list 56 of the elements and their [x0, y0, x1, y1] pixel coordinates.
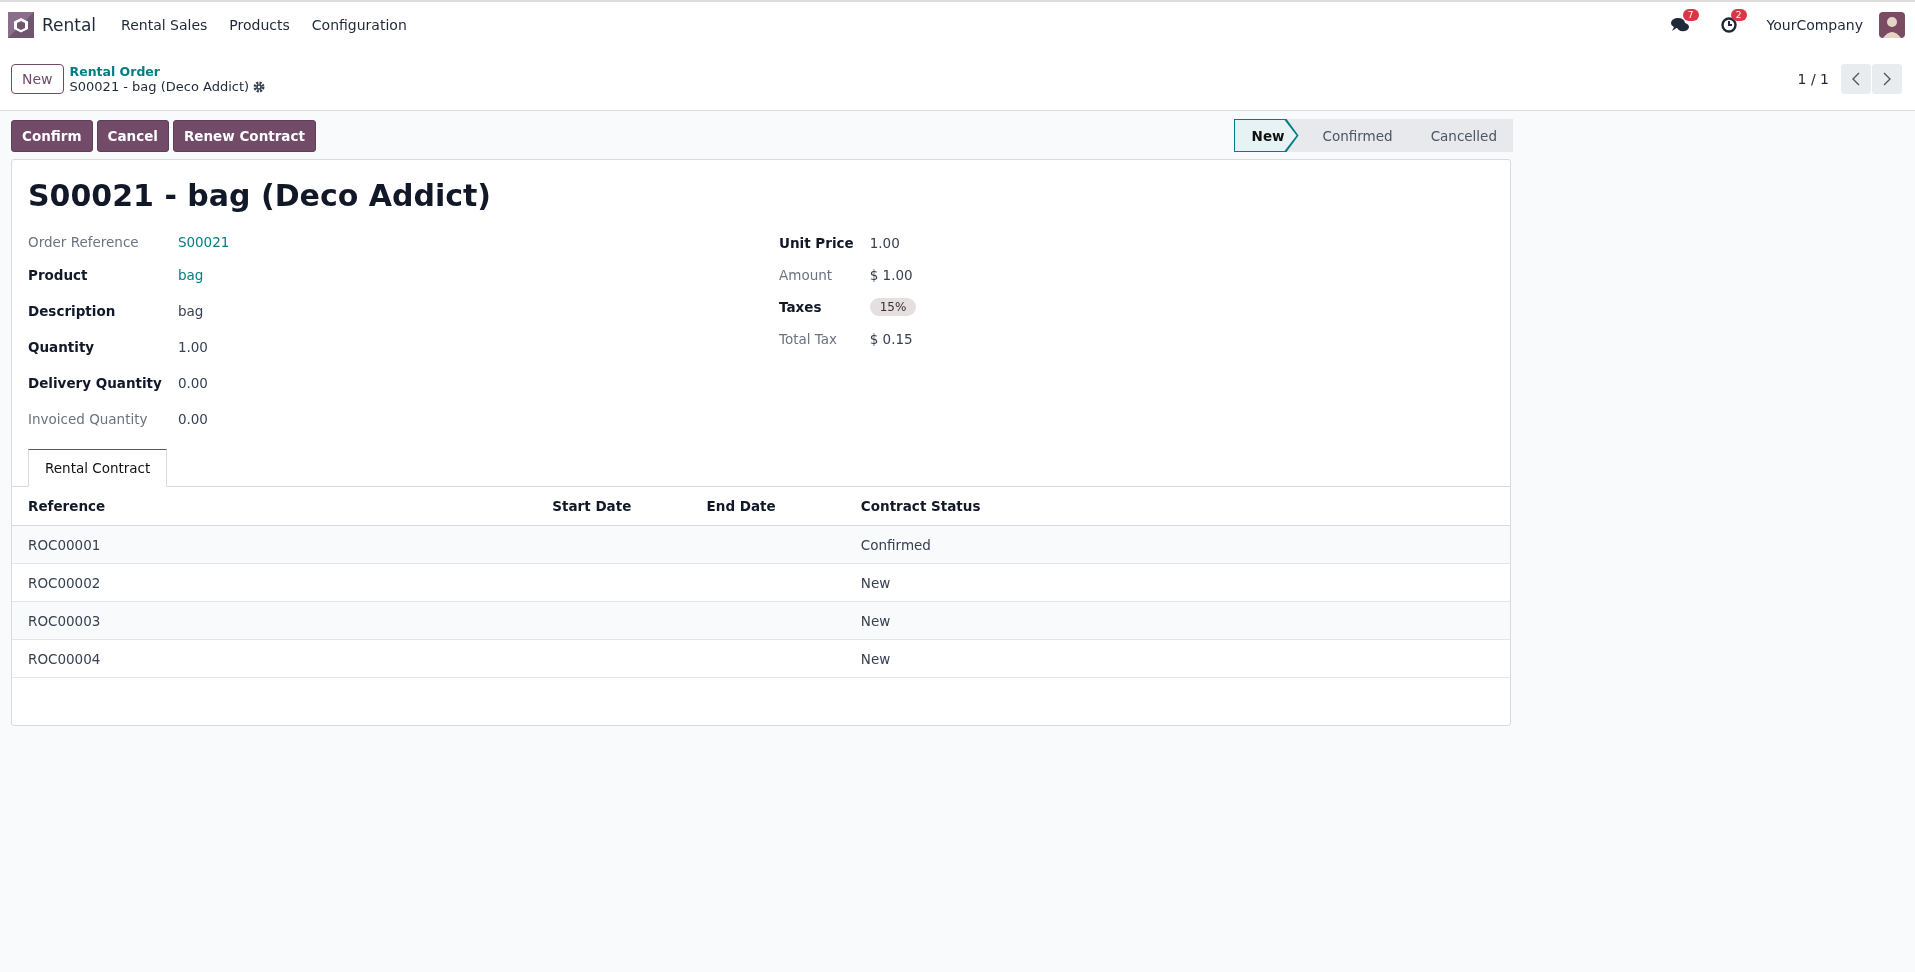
field-value: $ 0.15: [869, 330, 913, 349]
field-link[interactable]: bag: [177, 257, 204, 293]
menu-item[interactable]: Products: [218, 17, 301, 33]
field-label: Quantity: [28, 338, 96, 357]
table-cell: Confirmed: [860, 536, 931, 553]
notebook-tab[interactable]: Rental Contract: [28, 449, 168, 487]
menu-item[interactable]: Configuration: [300, 17, 418, 33]
column-header[interactable]: Start Date: [536, 487, 691, 526]
table-cell: New: [860, 612, 891, 629]
field-label: Description: [28, 302, 117, 321]
app-logo-icon[interactable]: [8, 12, 34, 38]
field-value: 0.00: [177, 374, 208, 393]
settings-icon[interactable]: [253, 80, 266, 93]
field-label: Amount: [779, 266, 834, 285]
field-label: Unit Price: [779, 234, 854, 253]
activity-count: 2: [1730, 9, 1747, 21]
tax-tag: 15%: [869, 298, 917, 316]
table-cell: New: [860, 650, 891, 667]
table-cell: ROC00001: [28, 536, 101, 553]
record-heading: S00021 - bag (Deco Addict): [27, 177, 493, 215]
field-label: Product: [28, 266, 89, 285]
field-label: Order Reference: [28, 233, 140, 252]
breadcrumb-link[interactable]: Rental Order: [69, 64, 266, 79]
app-name[interactable]: Rental: [42, 15, 97, 35]
field-label: Delivery Quantity: [28, 374, 162, 393]
action-button[interactable]: Renew Contract: [172, 119, 316, 152]
chevron-right-icon: [1882, 72, 1892, 86]
clock-icon[interactable]: [1720, 17, 1737, 33]
field-value: 1.00: [869, 234, 900, 253]
menu-item[interactable]: Rental Sales: [110, 17, 219, 33]
chevron-left-icon: [1851, 72, 1861, 86]
pager-counter: 1 / 1: [1797, 71, 1829, 87]
column-header[interactable]: End Date: [690, 487, 845, 526]
user-avatar-icon[interactable]: [1879, 12, 1905, 38]
record-title: S00021 - bag (Deco Addict): [69, 79, 250, 94]
status-stage[interactable]: New: [1233, 119, 1299, 152]
column-header[interactable]: Contract Status: [844, 487, 1510, 526]
chat-bubbles-icon[interactable]: [1670, 17, 1689, 33]
table-cell: ROC00003: [28, 612, 101, 629]
field-label: Total Tax: [779, 330, 839, 349]
company-name[interactable]: YourCompany: [1766, 17, 1863, 33]
field-label: Taxes: [779, 298, 823, 317]
column-header[interactable]: Reference: [12, 487, 537, 526]
action-button[interactable]: Confirm: [11, 119, 93, 152]
field-label: Invoiced Quantity: [28, 410, 149, 429]
table-cell: ROC00004: [28, 650, 101, 667]
table-cell: New: [860, 574, 891, 591]
field-value: $ 1.00: [869, 266, 913, 285]
field-value: 1.00: [177, 338, 208, 357]
field-link[interactable]: S00021: [177, 227, 230, 257]
action-button[interactable]: Cancel: [96, 119, 169, 152]
table-cell: ROC00002: [28, 574, 101, 591]
message-count: 7: [1682, 9, 1699, 21]
new-button[interactable]: New: [11, 64, 64, 94]
field-value: bag: [177, 302, 204, 321]
field-value: 0.00: [177, 410, 208, 429]
